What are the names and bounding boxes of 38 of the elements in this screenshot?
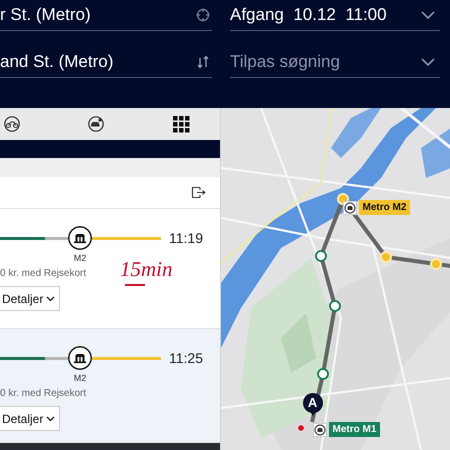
caret-icon[interactable] bbox=[46, 296, 56, 302]
stop-marker bbox=[430, 258, 442, 270]
metro-icon bbox=[68, 226, 92, 250]
details-button[interactable]: Detaljer bbox=[0, 406, 60, 431]
handwritten-note: 15min bbox=[120, 257, 172, 282]
caret-icon[interactable] bbox=[46, 416, 56, 422]
price-text: 0 kr. med Rejsekort bbox=[0, 268, 86, 279]
arrival-time: 11:25 bbox=[169, 350, 203, 366]
underline-mark bbox=[125, 284, 145, 286]
arrival-time: 11:19 bbox=[169, 230, 203, 246]
stop-marker bbox=[316, 368, 328, 380]
to-field[interactable]: and St. (Metro) bbox=[0, 47, 212, 78]
location-dot bbox=[298, 425, 304, 431]
stop-marker bbox=[314, 250, 326, 262]
chevron-down-icon[interactable] bbox=[420, 56, 436, 68]
route-segment bbox=[92, 236, 161, 240]
chevron-down-icon[interactable] bbox=[420, 9, 436, 21]
locate-icon[interactable] bbox=[196, 8, 210, 22]
bicycle-icon[interactable] bbox=[3, 116, 21, 132]
metro-icon bbox=[312, 422, 327, 436]
line-tag[interactable]: Metro M2 bbox=[358, 200, 410, 215]
price-text: 0 kr. med Rejsekort bbox=[0, 388, 86, 399]
export-icon[interactable] bbox=[190, 186, 206, 199]
swap-icon[interactable] bbox=[196, 55, 210, 69]
stop-marker bbox=[328, 300, 340, 312]
grid-icon[interactable] bbox=[173, 116, 190, 132]
search-options-dropdown[interactable]: Tilpas søgning bbox=[230, 47, 440, 78]
from-field[interactable]: r St. (Metro) bbox=[0, 0, 212, 31]
departure-dropdown[interactable]: Afgang 10.12 11:00 bbox=[230, 0, 440, 31]
stop-marker bbox=[380, 251, 392, 263]
route-segment bbox=[92, 356, 161, 360]
line-label: M2 bbox=[72, 373, 88, 383]
line-tag[interactable]: Metro M1 bbox=[328, 422, 380, 437]
metro-icon bbox=[342, 200, 357, 214]
metro-icon bbox=[68, 346, 92, 370]
details-button[interactable]: Detaljer bbox=[0, 286, 60, 311]
journey-card[interactable]: 11:25 M2 0 kr. med Rejsekort Detaljer bbox=[0, 329, 220, 443]
line-label: M2 bbox=[72, 253, 88, 263]
